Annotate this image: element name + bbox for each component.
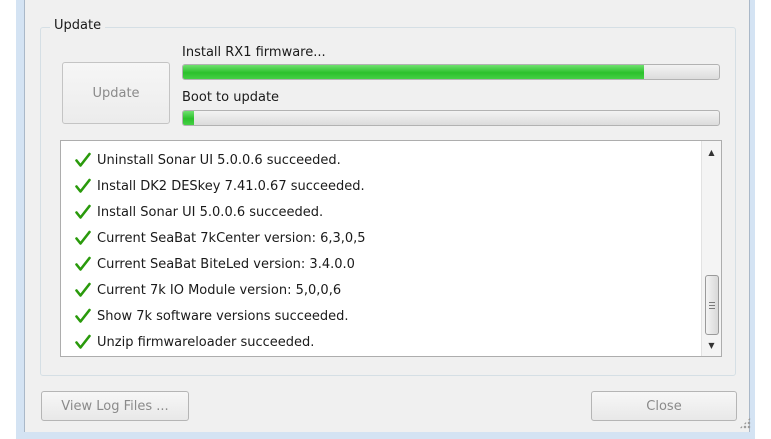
log-entry: Unzip firmwareloader succeeded. <box>75 329 697 355</box>
log-entry: Current SeaBat BiteLed version: 3.4.0.0 <box>75 251 697 277</box>
log-list: Uninstall Sonar UI 5.0.0.6 succeeded. Ins… <box>75 147 697 355</box>
step2-progress-bar <box>182 110 720 126</box>
update-button[interactable]: Update <box>62 62 170 124</box>
step2-label: Boot to update <box>182 90 280 105</box>
log-entry-text: Install DK2 DESkey 7.41.0.67 succeeded. <box>97 178 365 194</box>
close-button[interactable]: Close <box>591 391 737 421</box>
log-entry-text: Uninstall Sonar UI 5.0.0.6 succeeded. <box>97 152 341 168</box>
step1-progress-bar <box>182 64 720 80</box>
check-icon <box>75 334 91 349</box>
log-entry-text: Show 7k software versions succeeded. <box>97 308 349 324</box>
log-list-box[interactable]: Uninstall Sonar UI 5.0.0.6 succeeded. Ins… <box>60 140 722 357</box>
log-entry-text: Unzip firmwareloader succeeded. <box>97 334 315 350</box>
view-log-files-button[interactable]: View Log Files ... <box>41 391 189 421</box>
log-scrollbar[interactable]: ▲ ▼ <box>701 141 721 356</box>
check-icon <box>75 282 91 297</box>
check-icon <box>75 256 91 271</box>
step1-label: Install RX1 firmware... <box>182 45 326 60</box>
step2-progress-fill <box>183 111 194 125</box>
log-entry-text: Install Sonar UI 5.0.0.6 succeeded. <box>97 204 324 220</box>
log-entry-text: Current SeaBat BiteLed version: 3.4.0.0 <box>97 256 355 272</box>
groupbox-title: Update <box>50 18 106 33</box>
check-icon <box>75 152 91 167</box>
log-entry: Uninstall Sonar UI 5.0.0.6 succeeded. <box>75 147 697 173</box>
log-entry-text: Current 7k IO Module version: 5,0,0,6 <box>97 282 342 298</box>
scroll-down-arrow-icon[interactable]: ▼ <box>702 336 721 354</box>
log-entry: Install Sonar UI 5.0.0.6 succeeded. <box>75 199 697 225</box>
grip-icon <box>709 301 715 309</box>
log-entry-text: Current SeaBat 7kCenter version: 6,3,0,5 <box>97 230 366 246</box>
check-icon <box>75 308 91 323</box>
scroll-thumb[interactable] <box>705 275 719 335</box>
log-entry: Show 7k software versions succeeded. <box>75 303 697 329</box>
check-icon <box>75 230 91 245</box>
check-icon <box>75 204 91 219</box>
scroll-up-arrow-icon[interactable]: ▲ <box>702 143 721 161</box>
step1-progress-fill <box>183 65 644 79</box>
log-entry: Current 7k IO Module version: 5,0,0,6 <box>75 277 697 303</box>
log-entry: Current SeaBat 7kCenter version: 6,3,0,5 <box>75 225 697 251</box>
log-entry: Install DK2 DESkey 7.41.0.67 succeeded. <box>75 173 697 199</box>
check-icon <box>75 178 91 193</box>
